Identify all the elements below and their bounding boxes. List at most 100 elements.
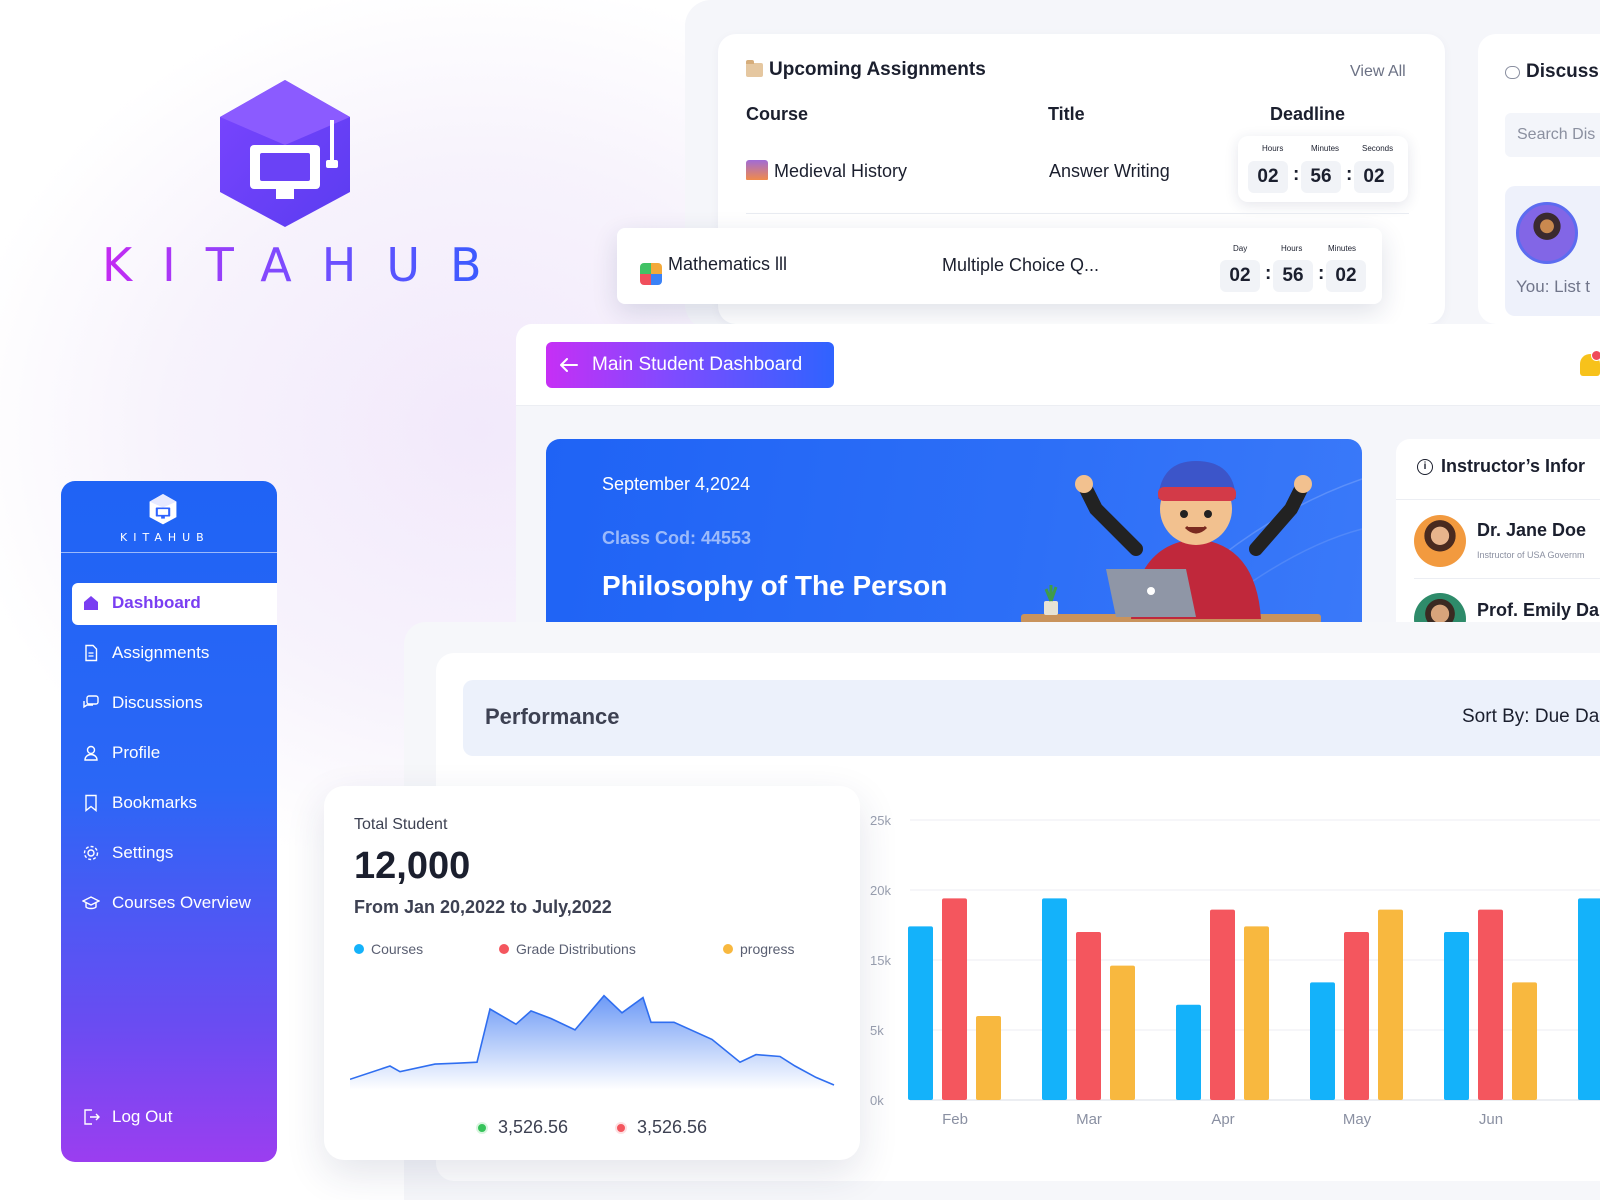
legend-grade-distributions: Grade Distributions — [499, 941, 636, 957]
bar-progress — [1110, 965, 1135, 1100]
bar-courses — [1444, 932, 1469, 1100]
bar-progress — [1378, 909, 1403, 1100]
sidebar-item-label: Discussions — [112, 693, 203, 712]
sidebar-item-label: Courses Overview — [112, 893, 251, 912]
divider — [1396, 499, 1600, 500]
logout-button[interactable]: Log Out — [82, 1107, 173, 1127]
legend-dot — [499, 944, 509, 954]
hero-date: September 4,2024 — [602, 474, 751, 494]
legend-progress: progress — [723, 941, 794, 957]
sidebar-item-assignments[interactable]: Assignments — [82, 643, 209, 663]
bar-grade-distributions — [1210, 909, 1235, 1100]
sidebar-item-settings[interactable]: Settings — [82, 843, 173, 863]
x-tick-label: Mar — [1076, 1111, 1102, 1128]
table-row-course[interactable]: Medieval History — [746, 160, 907, 182]
bar-grade-distributions — [1478, 909, 1503, 1100]
view-all-link[interactable]: View All — [1350, 63, 1406, 81]
stat-value: 3,526.56 — [637, 1117, 708, 1137]
countdown-value: 56 — [1273, 260, 1313, 292]
back-to-dashboard-button[interactable]: Main Student Dashboard — [546, 342, 834, 388]
assignments-title: Upcoming Assignments — [746, 59, 986, 81]
instructor-avatar — [1414, 515, 1466, 567]
instructor-name[interactable]: Prof. Emily Da — [1477, 600, 1599, 621]
column-header-title: Title — [1048, 104, 1085, 124]
column-header-course: Course — [746, 104, 809, 124]
discussions-title: Discuss — [1505, 61, 1599, 83]
sidebar-item-bookmarks[interactable]: Bookmarks — [82, 793, 197, 813]
bar-grade-distributions — [942, 898, 967, 1100]
countdown-label: Hours — [1262, 144, 1284, 153]
logout-label: Log Out — [112, 1107, 173, 1126]
y-tick-label: 5k — [870, 1023, 884, 1038]
bar-progress — [976, 1016, 1001, 1100]
notification-badge — [1591, 350, 1600, 361]
sidebar-item-courses-overview[interactable]: Courses Overview — [82, 893, 251, 913]
bookmark-icon — [85, 794, 97, 812]
deadline-countdown: Hours Minutes Seconds 02 : 56 : 02 — [1238, 136, 1408, 202]
stat-item: 3,526.56 — [615, 1117, 707, 1138]
instructor-role: Instructor of USA Governm — [1477, 550, 1585, 560]
x-tick-label: May — [1343, 1111, 1372, 1128]
bar-courses — [1578, 898, 1600, 1100]
legend-dot — [354, 944, 364, 954]
document-icon — [85, 644, 98, 662]
sidebar-logo-icon — [149, 494, 177, 525]
table-row-title: Answer Writing — [1049, 161, 1170, 181]
y-tick-label: 0k — [870, 1093, 884, 1108]
countdown-value: 02 — [1248, 161, 1288, 193]
bar-progress — [1244, 926, 1269, 1100]
total-student-label: Total Student — [354, 816, 448, 833]
sidebar-item-profile[interactable]: Profile — [82, 743, 160, 763]
total-student-area-chart — [350, 994, 835, 1090]
bar-grade-distributions — [1076, 932, 1101, 1100]
legend-label: progress — [740, 941, 795, 957]
x-tick-label: Feb — [942, 1111, 968, 1128]
row-title: Multiple Choice Q... — [942, 255, 1100, 275]
back-button-label: Main Student Dashboard — [592, 354, 803, 375]
countdown-value: 02 — [1354, 161, 1394, 193]
stat-item: 3,526.56 — [476, 1117, 568, 1138]
countdown-separator: : — [1318, 263, 1325, 284]
countdown-separator: : — [1346, 164, 1353, 185]
y-tick-label: 15k — [870, 953, 891, 968]
instructor-info-title: i Instructor’s Infor — [1417, 456, 1585, 477]
discussions-title-text: Discuss — [1526, 61, 1599, 82]
countdown-label: Minutes — [1311, 144, 1340, 153]
arrow-left-icon — [560, 358, 578, 372]
logout-icon — [84, 1109, 100, 1125]
countdown-label: Minutes — [1328, 244, 1357, 253]
instructor-name[interactable]: Dr. Jane Doe — [1477, 520, 1586, 541]
total-student-value: 12,000 — [354, 845, 471, 887]
countdown-value: 02 — [1326, 260, 1366, 292]
sidebar-divider — [61, 552, 277, 553]
legend-dot — [723, 944, 733, 954]
course-name: Medieval History — [774, 161, 908, 181]
discussion-search-input[interactable]: Search Dis — [1505, 113, 1600, 157]
performance-bar-chart: 0k 5k 15k 20k 25k Feb Mar Apr May Jun — [870, 813, 1600, 1128]
x-tick-label: Jun — [1479, 1111, 1503, 1128]
column-header-deadline: Deadline — [1270, 104, 1346, 124]
home-icon — [84, 596, 98, 610]
chat-bubble-icon — [1505, 65, 1520, 79]
assignments-title-text: Upcoming Assignments — [769, 59, 986, 80]
calculator-icon — [640, 263, 662, 285]
sidebar-item-dashboard[interactable]: Dashboard — [82, 593, 201, 613]
brand-wordmark: KITAHUB — [102, 238, 512, 292]
bar-courses — [1176, 1004, 1201, 1100]
sidebar-item-discussions[interactable]: Discussions — [82, 693, 203, 713]
divider — [1414, 578, 1600, 579]
row-course: Mathematics lll — [640, 254, 787, 285]
performance-title: Performance — [485, 704, 620, 729]
course-title: Philosophy of The Person — [602, 570, 948, 601]
sort-by-dropdown[interactable]: Sort By: Due Da — [1462, 706, 1599, 728]
bar-courses — [1042, 898, 1067, 1100]
sidebar-item-label: Assignments — [112, 643, 210, 662]
bar-grade-distributions — [1344, 932, 1369, 1100]
y-tick-label: 25k — [870, 813, 891, 828]
countdown-separator: : — [1265, 263, 1272, 284]
date-range: From Jan 20,2022 to July,2022 — [354, 897, 612, 917]
legend-label: Courses — [371, 941, 424, 957]
gear-icon — [83, 845, 99, 861]
table-row-highlighted[interactable]: Mathematics lll Multiple Choice Q... Day… — [617, 228, 1382, 304]
y-tick-label: 20k — [870, 883, 891, 898]
